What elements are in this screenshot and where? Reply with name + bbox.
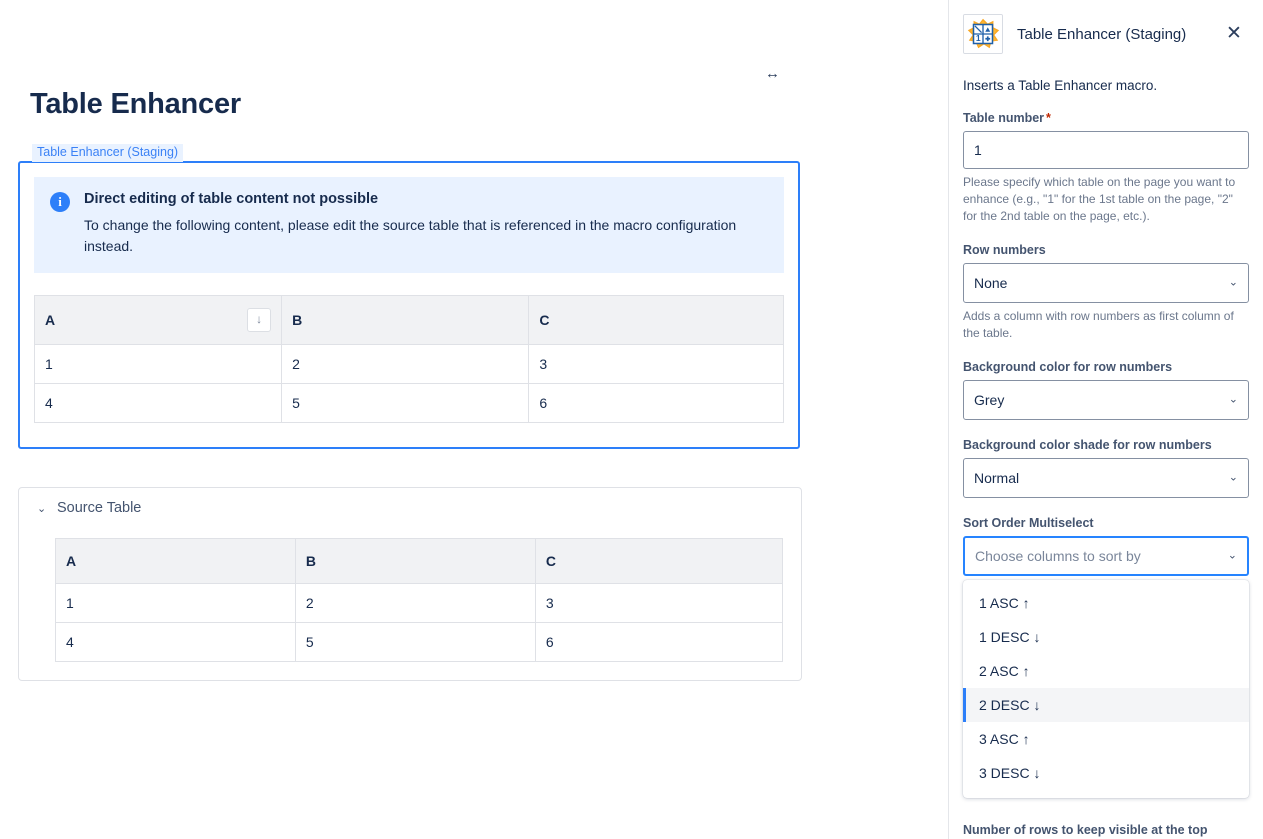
chevron-down-icon: ⌄	[1229, 278, 1238, 289]
field-rows-visible-top-label: Number of rows to keep visible at the to…	[963, 823, 1207, 837]
info-panel-text: Direct editing of table content not poss…	[84, 191, 768, 257]
sort-order-multiselect-placeholder: Choose columns to sort by	[975, 548, 1141, 564]
page-title: Table Enhancer	[30, 88, 241, 121]
menu-item-3-desc[interactable]: 3 DESC ↓	[963, 756, 1249, 790]
info-panel-title: Direct editing of table content not poss…	[84, 191, 768, 207]
source-table-head: A B C	[56, 539, 783, 584]
table-header-row: A ↓ B C	[35, 296, 784, 345]
chevron-down-icon: ⌄	[1229, 473, 1238, 484]
macro-name-label: Table Enhancer (Staging)	[32, 144, 183, 162]
info-panel-body: To change the following content, please …	[84, 215, 768, 257]
enhanced-table: A ↓ B C	[34, 295, 784, 423]
sort-order-multiselect-menu: 1 ASC ↑ 1 DESC ↓ 2 ASC ↑ 2 DESC ↓ 3 ASC …	[963, 580, 1249, 798]
table-number-input[interactable]	[963, 131, 1249, 169]
table-cell: 5	[282, 384, 529, 423]
row-numbers-select[interactable]: None ⌄	[963, 263, 1249, 303]
table-header-row: A B C	[56, 539, 783, 584]
table-cell: 3	[529, 345, 784, 384]
menu-item-2-desc[interactable]: 2 DESC ↓	[963, 688, 1249, 722]
app-root: ↔ Table Enhancer Table Enhancer (Staging…	[0, 0, 1263, 839]
table-row: 4 5 6	[35, 384, 784, 423]
field-row-numbers: Row numbers None ⌄ Adds a column with ro…	[949, 243, 1263, 342]
table-cell: 2	[282, 345, 529, 384]
editor-canvas: ↔ Table Enhancer Table Enhancer (Staging…	[0, 0, 948, 839]
menu-item-3-asc[interactable]: 3 ASC ↑	[963, 722, 1249, 756]
menu-item-1-desc[interactable]: 1 DESC ↓	[963, 620, 1249, 654]
table-cell: 6	[529, 384, 784, 423]
sort-order-multiselect[interactable]: Choose columns to sort by ⌄	[963, 536, 1249, 576]
table-cell: 4	[56, 623, 296, 662]
resize-horizontal-icon[interactable]: ↔	[758, 64, 786, 84]
close-icon[interactable]: ✕	[1221, 21, 1247, 47]
table-cell: 3	[535, 584, 782, 623]
field-table-number: Table number* Please specify which table…	[949, 111, 1263, 225]
source-table-body: 1 2 3 4 5 6	[56, 584, 783, 662]
table-cell: 2	[295, 584, 535, 623]
macro-body: i Direct editing of table content not po…	[18, 161, 800, 449]
source-table-expander-content: A B C 1 2 3 4 5	[19, 516, 801, 662]
panel-description: Inserts a Table Enhancer macro.	[949, 78, 1263, 93]
field-row-numbers-label: Row numbers	[963, 243, 1249, 257]
field-bg-color-row-numbers-label: Background color for row numbers	[963, 360, 1249, 374]
column-header-c-label: C	[539, 312, 549, 328]
source-table-expander-toggle[interactable]: ⌄ Source Table	[19, 500, 801, 516]
source-table: A B C 1 2 3 4 5	[55, 538, 783, 662]
bg-color-shade-row-numbers-select[interactable]: Normal ⌄	[963, 458, 1249, 498]
required-asterisk: *	[1046, 111, 1051, 125]
row-numbers-select-value: None	[974, 275, 1007, 291]
bg-color-row-numbers-select-value: Grey	[974, 392, 1004, 408]
source-column-header-a: A	[56, 539, 296, 584]
table-enhancer-macro-icon: 1	[963, 14, 1003, 54]
source-column-header-b: B	[295, 539, 535, 584]
table-row: 1 2 3	[35, 345, 784, 384]
table-cell: 5	[295, 623, 535, 662]
macro-config-panel: 1 Table Enhancer (Staging) ✕ Inserts a T…	[948, 0, 1263, 839]
table-row: 1 2 3	[56, 584, 783, 623]
menu-item-2-asc[interactable]: 2 ASC ↑	[963, 654, 1249, 688]
macro-container[interactable]: Table Enhancer (Staging) i Direct editin…	[18, 143, 800, 449]
column-header-b[interactable]: B	[282, 296, 529, 345]
chevron-down-icon: ⌄	[1228, 551, 1237, 562]
table-cell: 1	[35, 345, 282, 384]
enhanced-table-body: 1 2 3 4 5 6	[35, 345, 784, 423]
field-bg-color-shade-row-numbers: Background color shade for row numbers N…	[949, 438, 1263, 498]
panel-header: 1 Table Enhancer (Staging) ✕	[949, 0, 1263, 54]
field-table-number-help: Please specify which table on the page y…	[963, 174, 1249, 225]
chevron-down-icon: ⌄	[37, 502, 47, 515]
bg-color-row-numbers-select[interactable]: Grey ⌄	[963, 380, 1249, 420]
column-header-a-label: A	[45, 312, 55, 328]
column-header-a[interactable]: A ↓	[35, 296, 282, 345]
bg-color-shade-row-numbers-select-value: Normal	[974, 470, 1019, 486]
chevron-down-icon: ⌄	[1229, 395, 1238, 406]
field-bg-color-shade-row-numbers-label: Background color shade for row numbers	[963, 438, 1249, 452]
table-cell: 1	[56, 584, 296, 623]
source-column-header-c: C	[535, 539, 782, 584]
table-cell: 6	[535, 623, 782, 662]
menu-item-1-asc[interactable]: 1 ASC ↑	[963, 586, 1249, 620]
column-header-b-label: B	[292, 312, 302, 328]
table-row: 4 5 6	[56, 623, 783, 662]
info-panel: i Direct editing of table content not po…	[34, 177, 784, 273]
source-table-expander-label: Source Table	[57, 500, 141, 516]
panel-title: Table Enhancer (Staging)	[1017, 26, 1221, 43]
field-sort-order-multiselect-label: Sort Order Multiselect	[963, 516, 1249, 530]
sort-desc-button[interactable]: ↓	[247, 308, 271, 332]
field-bg-color-row-numbers: Background color for row numbers Grey ⌄	[949, 360, 1263, 420]
field-table-number-label: Table number*	[963, 111, 1249, 125]
column-header-c[interactable]: C	[529, 296, 784, 345]
svg-text:1: 1	[976, 33, 981, 43]
info-icon: i	[50, 192, 70, 212]
field-sort-order-multiselect: Sort Order Multiselect Choose columns to…	[949, 516, 1263, 576]
enhanced-table-head: A ↓ B C	[35, 296, 784, 345]
label-text: Table number	[963, 111, 1044, 125]
field-row-numbers-help: Adds a column with row numbers as first …	[963, 308, 1249, 342]
source-table-expander: ⌄ Source Table A B C 1 2	[18, 487, 802, 681]
table-cell: 4	[35, 384, 282, 423]
